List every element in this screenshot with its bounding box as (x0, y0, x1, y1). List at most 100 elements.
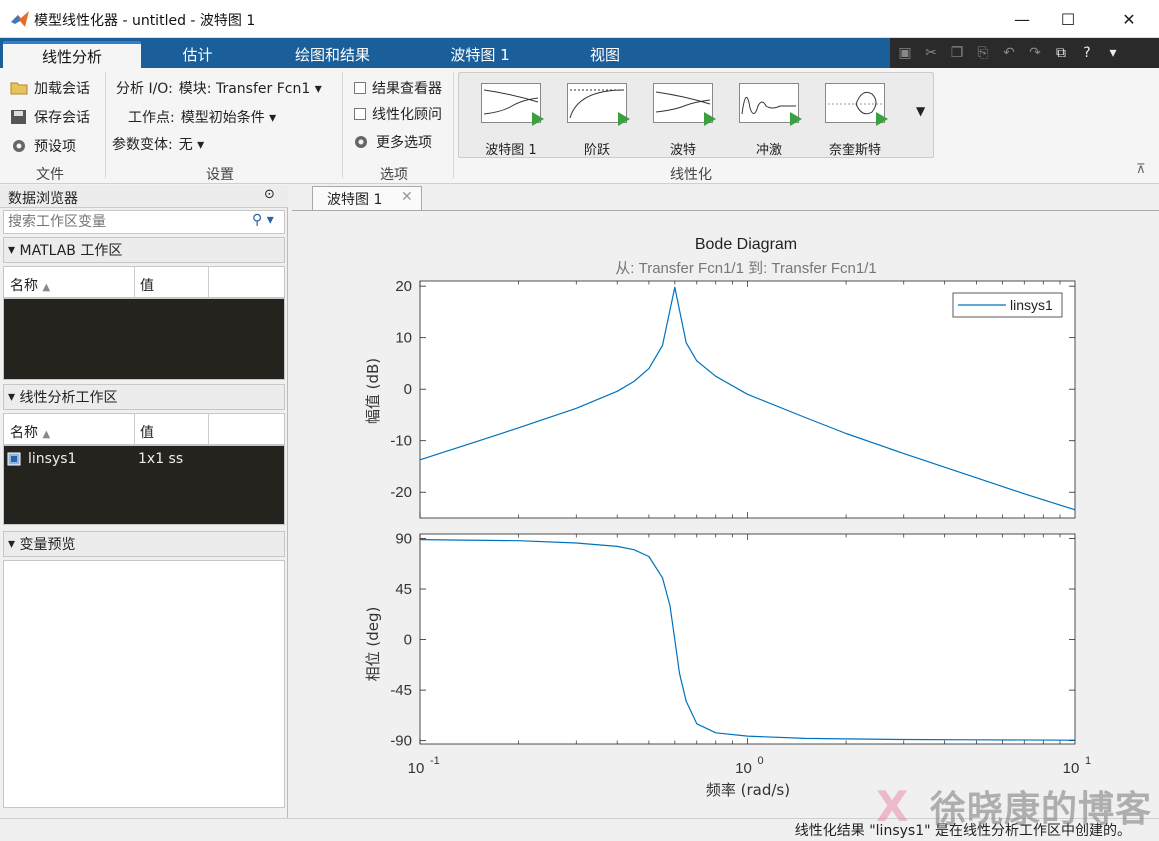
operating-point-row: 工作点: 模型初始条件 ▾ (128, 107, 276, 127)
table-row[interactable]: linsys1 1x1 ss (4, 450, 284, 470)
result-viewer-label: 结果查看器 (372, 81, 442, 97)
linearize-nyquist-button[interactable]: 奈奎斯特 (817, 83, 893, 158)
preferences-label: 预设项 (34, 139, 76, 155)
legend[interactable]: linsys1 (952, 292, 1063, 318)
settings-group-label: 设置 (206, 167, 234, 183)
tab-linear-analysis[interactable]: 线性分析 (3, 41, 141, 68)
impulse-label: 冲激 (755, 143, 782, 158)
save-icon[interactable]: ▣ (894, 42, 916, 64)
matlab-workspace-columns: 名称 ▲ 值 (3, 266, 285, 298)
col-value-header[interactable]: 值 (140, 422, 154, 442)
tab-plots-results[interactable]: 绘图和结果 (270, 41, 395, 68)
xtick-label: 10 (1063, 760, 1080, 777)
gear-icon (355, 136, 367, 148)
linearize-bode-button[interactable]: 波特 (645, 83, 721, 158)
phase-ytick-label: 45 (395, 581, 412, 598)
switch-window-icon[interactable]: ⧉ (1050, 42, 1072, 64)
close-button[interactable]: ✕ (1106, 0, 1152, 38)
bode1-label: 波特图 1 (485, 143, 537, 158)
undo-icon[interactable]: ↶ (998, 42, 1020, 64)
tab-view[interactable]: 视图 (565, 41, 645, 68)
phase-axes-box (419, 533, 1076, 745)
phase-ytick-label: 90 (395, 530, 412, 547)
xtick-exponent: 1 (1085, 755, 1091, 767)
gear-icon (13, 140, 25, 152)
variable-preview-area (3, 560, 285, 808)
options-group-label: 选项 (380, 167, 408, 183)
ribbon-separator (453, 72, 454, 178)
collapse-triangle-icon: ▾ (8, 536, 20, 552)
file-group-label: 文件 (36, 167, 64, 183)
ribbon-separator (105, 72, 106, 178)
nyquist-label: 奈奎斯特 (828, 143, 881, 158)
operating-point-dropdown[interactable]: 模型初始条件 ▾ (181, 107, 276, 127)
collapse-triangle-icon: ▾ (8, 389, 20, 405)
search-input[interactable] (8, 212, 248, 232)
step-thumbnail-icon (567, 83, 630, 126)
ss-model-icon (7, 452, 21, 466)
linearize-impulse-button[interactable]: 冲激 (731, 83, 807, 158)
analysis-io-label: 分析 I/O: (116, 81, 173, 97)
linearize-gallery: 波特图 1 阶跃 波特 冲激 奈奎斯特 (458, 72, 934, 158)
sort-asc-icon: ▲ (42, 282, 51, 293)
col-value-header[interactable]: 值 (140, 275, 154, 295)
ribbon: 加载会话 保存会话 预设项 文件 分析 I/O: 模块: Transfer Fc… (0, 68, 1159, 184)
matlab-workspace-header[interactable]: ▾ MATLAB 工作区 (3, 237, 285, 263)
linear-workspace-columns: 名称 ▲ 值 (3, 413, 285, 445)
row-name: linsys1 (28, 451, 77, 467)
col-name-header[interactable]: 名称 ▲ (10, 275, 50, 295)
more-options-button[interactable]: 更多选项 (352, 132, 432, 152)
magnitude-ytick-label: -10 (390, 433, 412, 450)
xtick-label: 10 (408, 760, 425, 777)
linearize-bode1-button[interactable]: 波特图 1 (473, 83, 549, 158)
load-session-button[interactable]: 加载会话 (10, 78, 90, 98)
maximize-button[interactable]: ☐ (1045, 0, 1091, 38)
variable-preview-label: 变量预览 (19, 537, 76, 553)
dropdown-icon[interactable]: ▾ (1102, 42, 1124, 64)
browser-menu-icon[interactable]: ⊙ (264, 187, 275, 202)
checkbox-icon (354, 82, 366, 94)
gallery-expand-icon[interactable]: ▼ (916, 104, 925, 118)
save-session-label: 保存会话 (34, 110, 90, 126)
tab-bode-plot-1[interactable]: 波特图 1 (425, 41, 535, 68)
quick-access-toolbar: ▣ ✂ ❐ ⎘ ↶ ↷ ⧉ ? ▾ (890, 38, 1159, 68)
operating-point-label: 工作点: (128, 110, 175, 126)
magnitude-ytick-label: 0 (404, 381, 412, 398)
magnitude-ytick-label: -20 (390, 484, 412, 501)
search-icon[interactable]: ⚲ ▾ (252, 212, 274, 228)
save-session-button[interactable]: 保存会话 (10, 107, 90, 127)
parameter-variation-dropdown[interactable]: 无 ▾ (179, 134, 204, 154)
search-box: ⚲ ▾ (3, 210, 285, 234)
bode-thumbnail-icon (653, 83, 716, 126)
linear-workspace-list: linsys1 1x1 ss (3, 445, 285, 525)
magnitude-ytick-label: 10 (395, 330, 412, 347)
watermark-logo-icon: X (876, 782, 909, 831)
copy-icon[interactable]: ❐ (946, 42, 968, 64)
linear-analysis-workspace-header[interactable]: ▾ 线性分析工作区 (3, 384, 285, 410)
cut-icon[interactable]: ✂ (920, 42, 942, 64)
analysis-io-dropdown[interactable]: 模块: Transfer Fcn1 ▾ (179, 78, 322, 98)
close-tab-icon[interactable]: ✕ (401, 189, 413, 205)
magnitude-ylabel: 幅值 (dB) (364, 358, 382, 424)
preferences-button[interactable]: 预设项 (10, 136, 76, 156)
col-name-header[interactable]: 名称 ▲ (10, 422, 50, 442)
bode-plot-svg[interactable]: Bode Diagram 从: Transfer Fcn1/1 到: Trans… (292, 211, 1159, 819)
paste-icon[interactable]: ⎘ (972, 42, 994, 64)
variable-preview-header[interactable]: ▾ 变量预览 (3, 531, 285, 557)
linearization-advisor-label: 线性化顾问 (372, 107, 442, 123)
linearize-step-button[interactable]: 阶跃 (559, 83, 635, 158)
result-viewer-checkbox[interactable]: 结果查看器 (354, 78, 442, 98)
doc-tab-bode-plot-1[interactable]: 波特图 1 ✕ (312, 186, 422, 211)
collapse-ribbon-icon[interactable]: ⊼ (1136, 162, 1146, 177)
redo-icon[interactable]: ↷ (1024, 42, 1046, 64)
window-title: 模型线性化器 - untitled - 波特图 1 (34, 13, 256, 29)
minimize-button[interactable]: — (999, 0, 1045, 38)
matlab-workspace-label: MATLAB 工作区 (19, 243, 123, 259)
collapse-triangle-icon: ▾ (8, 242, 20, 258)
linearization-advisor-checkbox[interactable]: 线性化顾问 (354, 104, 442, 124)
help-icon[interactable]: ? (1076, 42, 1098, 64)
data-browser-header: 数据浏览器 ⊙ (0, 185, 288, 208)
tab-estimate[interactable]: 估计 (150, 41, 245, 68)
matlab-workspace-list[interactable] (3, 298, 285, 380)
plot-title: Bode Diagram (695, 236, 797, 253)
